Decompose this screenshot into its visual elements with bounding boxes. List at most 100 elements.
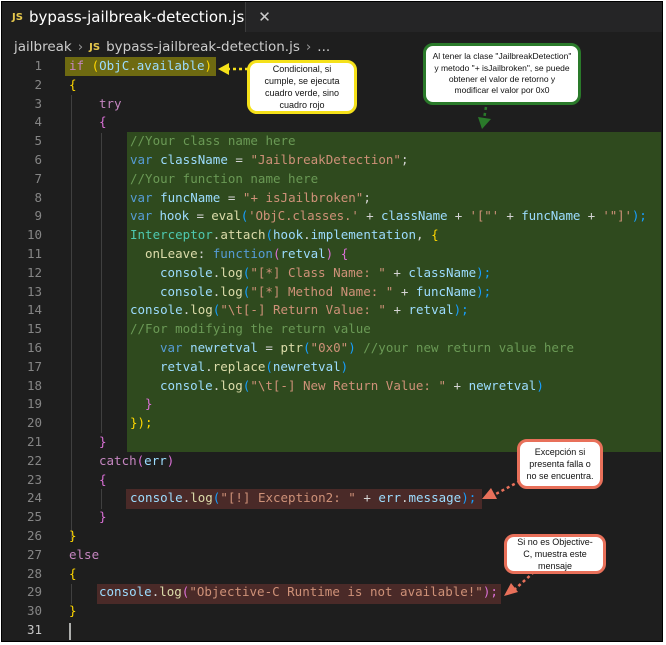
token: : <box>197 246 206 261</box>
token: "\t[-] New Return Value: " <box>250 377 446 393</box>
token: //your new return value here <box>363 340 574 355</box>
token: retval <box>408 302 454 318</box>
token: = <box>265 340 273 355</box>
breadcrumb-folder[interactable]: jailbreak <box>14 39 72 55</box>
token: log <box>190 490 213 506</box>
annotation-conditional-arrow-icon <box>218 63 248 75</box>
token: //Your class name here <box>130 133 296 149</box>
line-number: 14 <box>26 302 42 318</box>
annotation-objc: Si no es Objective-C, muestra este mensa… <box>504 534 606 574</box>
code-line-16: var newretval = ptr("0x0") //your new re… <box>160 339 574 358</box>
code-line-4: { <box>99 113 107 132</box>
token: hook <box>159 208 190 224</box>
token: ); <box>476 283 492 299</box>
token: , <box>416 227 424 243</box>
token: ) <box>536 377 544 393</box>
annotation-objc-arrow-icon <box>504 571 535 596</box>
token: { <box>99 114 107 130</box>
code-line-13: console.log("[*] Method Name: " + funcNa… <box>160 283 491 302</box>
token: implementation <box>310 227 417 243</box>
token: //For modifying the return value <box>130 321 371 337</box>
token: } <box>69 528 77 543</box>
token: ( <box>272 246 281 261</box>
token: . <box>400 490 409 506</box>
token: ); <box>631 208 647 224</box>
token: var <box>130 152 153 167</box>
line-number: 28 <box>26 565 42 581</box>
line-number: 25 <box>26 509 42 525</box>
tab-bypass-jailbreak-detection[interactable]: JS bypass-jailbreak-detection.js ✕ <box>2 2 271 32</box>
token: "[!] Exception2: " <box>220 490 356 506</box>
token: Interceptor <box>130 227 213 243</box>
token: err <box>144 452 167 468</box>
line-number: 22 <box>26 452 42 468</box>
code-line-19: } <box>145 395 153 414</box>
line-number: 6 <box>34 152 42 167</box>
token: ); <box>453 302 469 318</box>
token: newretval <box>190 340 258 355</box>
token: + <box>366 208 374 224</box>
code-line-30: } <box>69 602 77 621</box>
token: "JailbreakDetection" <box>250 152 401 167</box>
line-number: 9 <box>34 208 42 224</box>
token: console <box>160 377 213 393</box>
token: funcName <box>415 283 477 299</box>
token: { <box>340 246 349 261</box>
code-line-6: var className = "JailbreakDetection"; <box>130 151 408 170</box>
token: ( <box>265 227 274 243</box>
token: + <box>506 208 514 224</box>
code-editor[interactable]: 1 2 3 4 5 6 7 8 9 10 11 12 13 14 15 16 17 18 19 20 21 22 23 24 2… <box>2 43 662 641</box>
token: "Objective-C Runtime is not available!" <box>189 584 483 600</box>
token: funcName <box>521 208 581 224</box>
editor-window: JS bypass-jailbreak-detection.js ✕ jailb… <box>1 1 663 642</box>
line-number: 8 <box>34 189 42 205</box>
token: onLeave <box>145 246 198 261</box>
token: ; <box>363 189 371 205</box>
code-line-5: //Your class name here <box>130 132 296 151</box>
breadcrumb-file[interactable]: bypass-jailbreak-detection.js <box>106 39 300 55</box>
close-icon[interactable]: ✕ <box>258 8 271 26</box>
token: console <box>160 264 213 280</box>
line-number: 10 <box>26 227 42 243</box>
tab-title: bypass-jailbreak-detection.js <box>28 8 245 26</box>
line-number: 16 <box>26 340 42 355</box>
code-line-21: } <box>99 433 107 452</box>
code-line-8: var funcName = "+ isJailbroken"; <box>130 189 371 208</box>
line-number: 20 <box>26 415 42 431</box>
token: ); <box>476 264 492 280</box>
annotation-exception-text: Excepción si presenta falla o no se encu… <box>526 446 594 482</box>
line-number: 19 <box>26 396 42 412</box>
code-line-17: retval.replace(newretval) <box>160 358 348 377</box>
token: = <box>196 208 204 224</box>
line-number: 24 <box>26 490 42 506</box>
token: hook <box>273 227 304 243</box>
token: retval <box>160 358 206 374</box>
code-line-3: try <box>99 95 122 114</box>
annotation-green-text: Al tener la clase "JailbreakDetection" y… <box>432 51 572 96</box>
line-number: 11 <box>26 246 42 261</box>
annotation-objc-text: Si no es Objective-C, muestra este mensa… <box>517 536 593 572</box>
token: { <box>69 76 77 92</box>
token: console <box>130 490 183 506</box>
token: ) <box>166 452 175 468</box>
token: ( <box>265 358 273 374</box>
code-line-12: console.log("[*] Class Name: " + classNa… <box>160 264 491 283</box>
breadcrumb-more[interactable]: ... <box>317 39 330 55</box>
token: }); <box>130 415 153 431</box>
token: log <box>220 283 243 299</box>
token: try <box>99 95 122 111</box>
code-line-18: console.log("\t[-] New Return Value: " +… <box>160 377 544 396</box>
token: ) <box>204 58 213 73</box>
token: } <box>99 434 107 449</box>
code-line-11: onLeave: function(retval) { <box>145 245 348 264</box>
token: className <box>408 264 477 280</box>
code-line-2: { <box>69 76 77 95</box>
token: "[*] Class Name: " <box>250 264 386 280</box>
token: ( <box>303 340 311 355</box>
indent-guide <box>71 584 72 604</box>
line-number: 12 <box>26 264 42 280</box>
token: ptr <box>280 340 304 355</box>
token: + <box>363 490 371 506</box>
token: "\t[-] Return Value: " <box>220 302 386 318</box>
code-line-27: else <box>69 546 99 565</box>
